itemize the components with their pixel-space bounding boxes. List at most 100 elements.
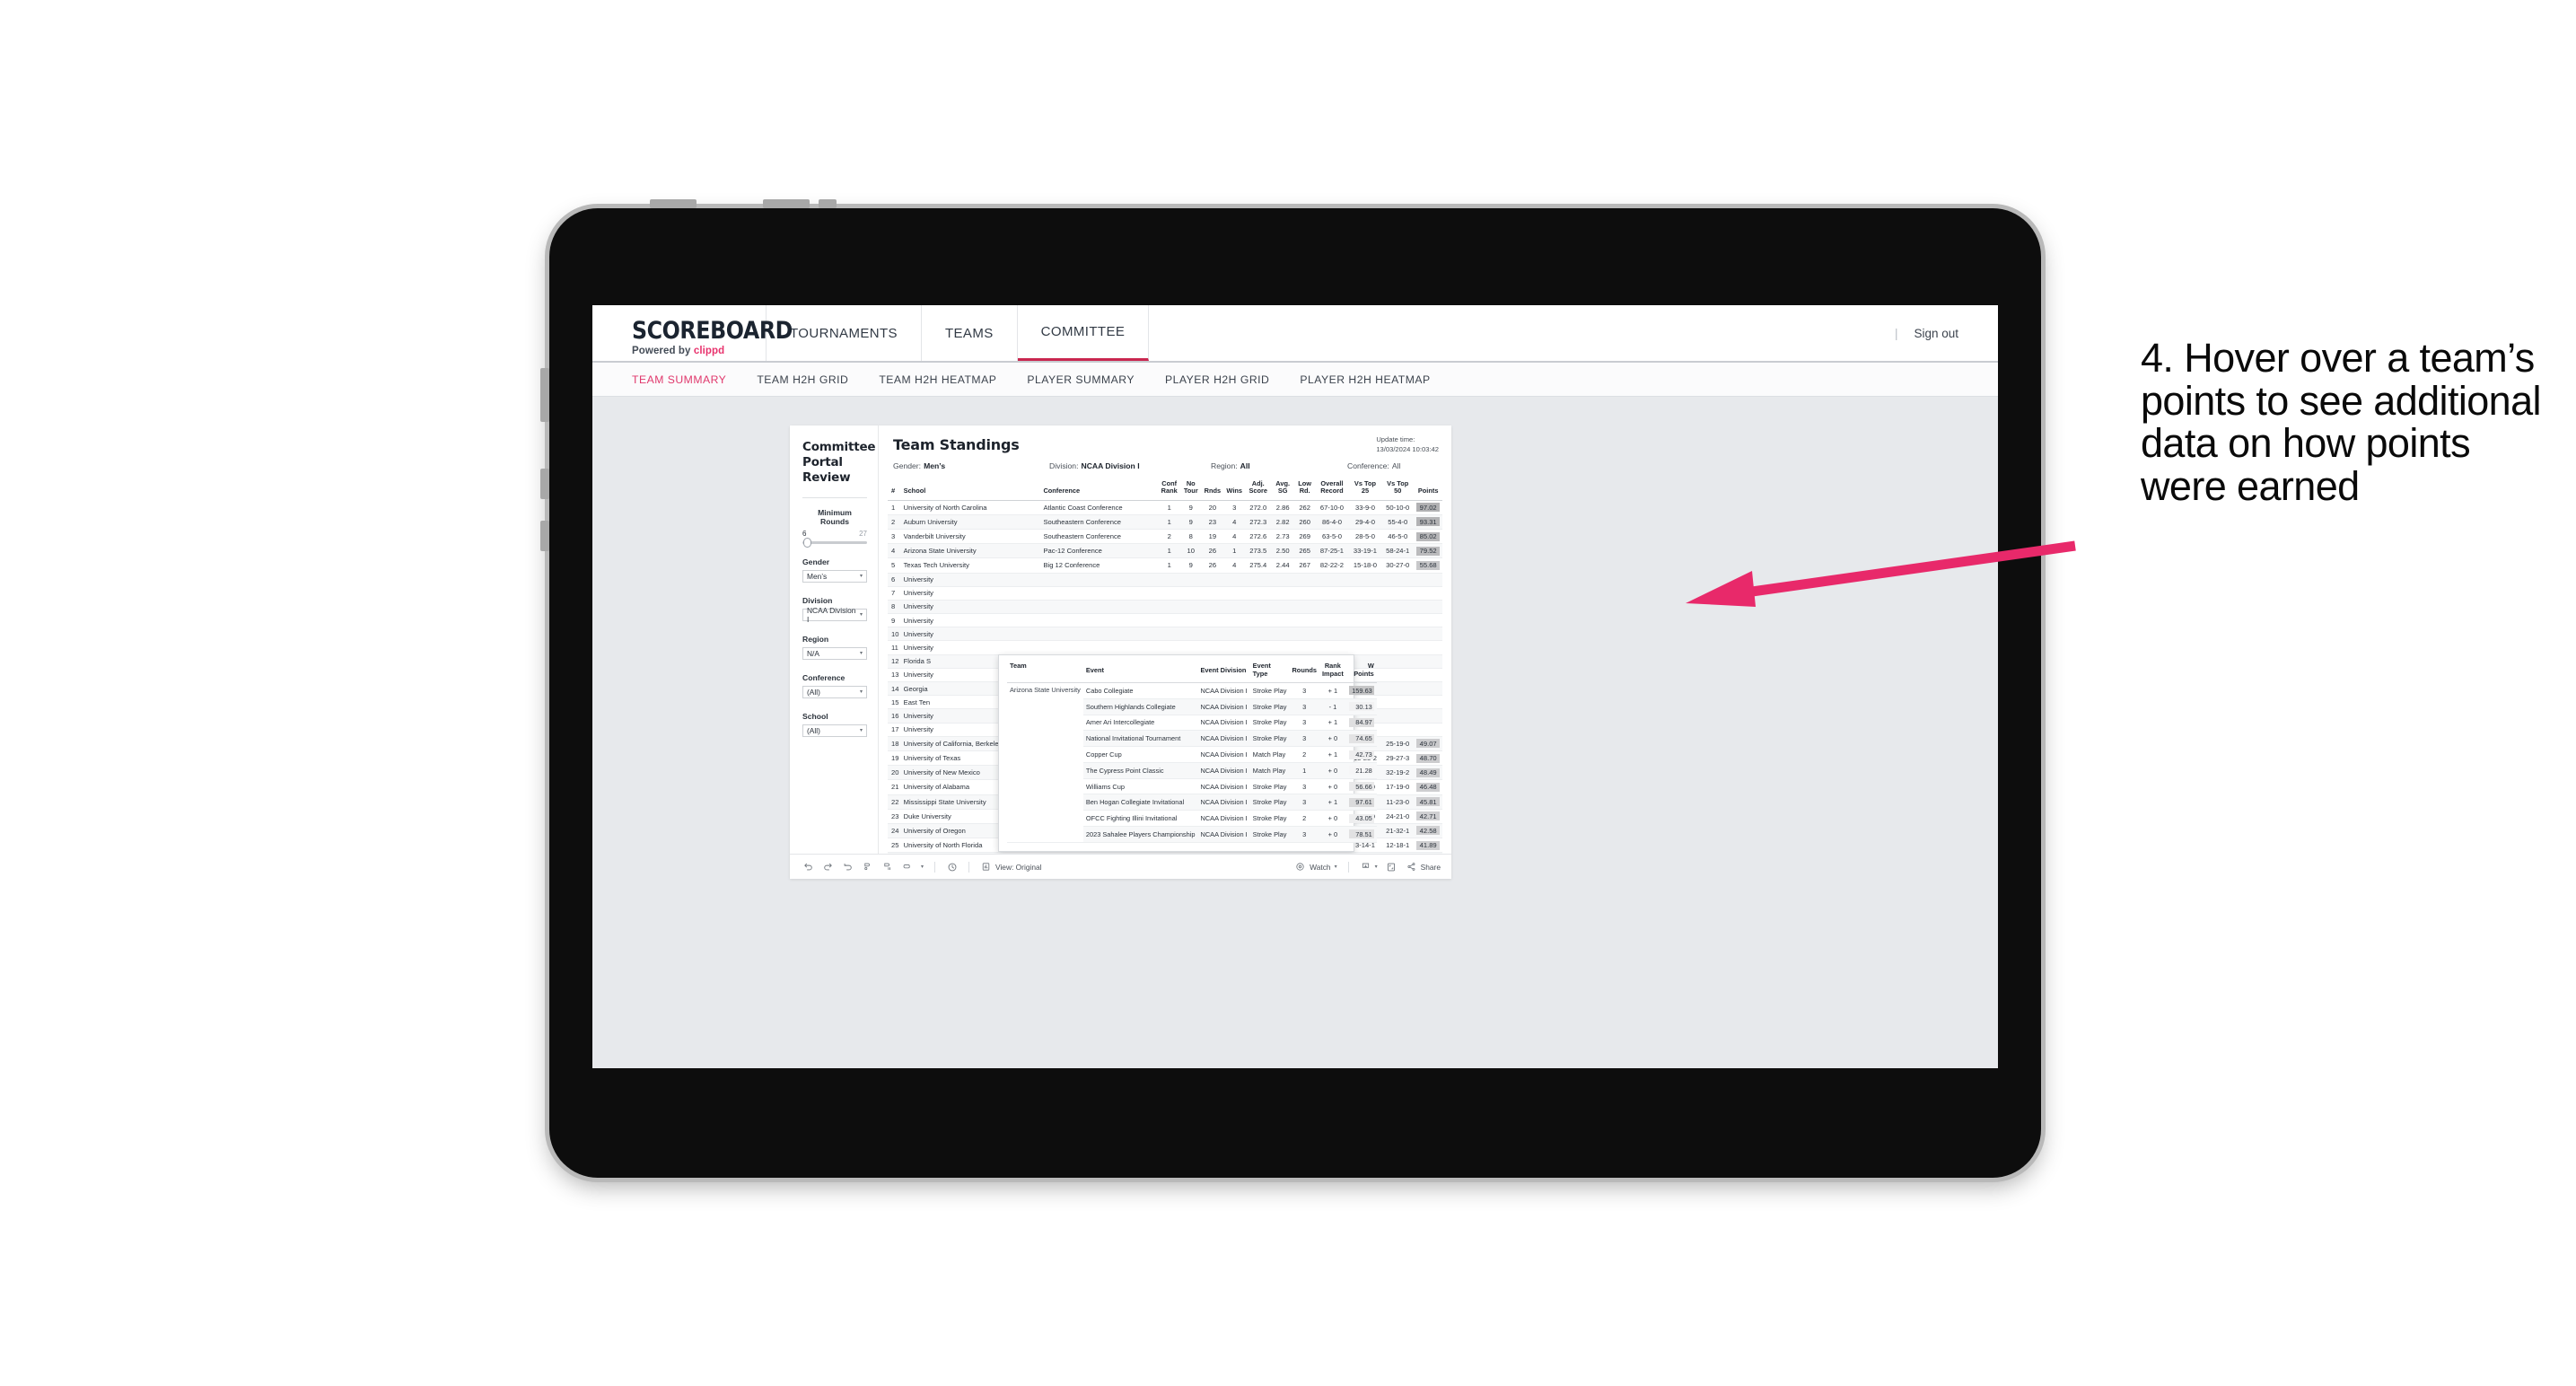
cell-points[interactable] xyxy=(1414,668,1442,683)
cell-points[interactable]: 79.52 xyxy=(1414,543,1442,559)
cell-conf-rank: 2 xyxy=(1158,852,1180,854)
table-row[interactable]: 3 Vanderbilt University Southeastern Confe… xyxy=(888,529,1442,545)
conference-select[interactable]: (All) ▾ xyxy=(802,685,867,698)
table-row[interactable]: 26The Ohio State UniversityBig Ten Confe… xyxy=(888,852,1442,854)
table-row[interactable]: 6 University xyxy=(888,573,1442,587)
cell-points[interactable]: 48.49 xyxy=(1414,765,1442,781)
table-row[interactable]: 2 Auburn University Southeastern Conferenc… xyxy=(888,514,1442,530)
cell-points[interactable] xyxy=(1414,640,1442,655)
col-avg-sg[interactable]: Avg. SG xyxy=(1271,478,1295,501)
table-row[interactable]: 8 University xyxy=(888,600,1442,615)
cell-points[interactable] xyxy=(1414,681,1442,697)
cell-avg-sg: 2.73 xyxy=(1271,529,1295,545)
cell-rnds: 26 xyxy=(1201,543,1224,559)
pause-refresh-icon[interactable] xyxy=(946,861,958,873)
school-select[interactable]: (All) ▾ xyxy=(802,724,867,737)
col-vs-top-50[interactable]: Vs Top 50 xyxy=(1381,478,1415,501)
tab-team-h2h-heatmap[interactable]: TEAM H2H HEATMAP xyxy=(879,373,996,386)
col-wins[interactable]: Wins xyxy=(1223,478,1246,501)
cell-points[interactable] xyxy=(1414,627,1442,642)
cell-rank: 15 xyxy=(888,695,902,710)
cell-points[interactable] xyxy=(1414,695,1442,710)
col-points[interactable]: Points xyxy=(1414,478,1442,501)
cell-points[interactable]: 93.31 xyxy=(1414,514,1442,530)
col-conf-rank[interactable]: Conf Rank xyxy=(1158,478,1180,501)
region-select[interactable]: N/A ▾ xyxy=(802,646,867,660)
cell-points[interactable]: 85.02 xyxy=(1414,529,1442,545)
table-row[interactable]: 11 University xyxy=(888,640,1442,655)
chevron-down-icon: ▾ xyxy=(859,574,863,580)
table-row[interactable]: 9 University xyxy=(888,613,1442,628)
col-low-rd[interactable]: Low Rd. xyxy=(1294,478,1316,501)
tab-player-h2h-grid[interactable]: PLAYER H2H GRID xyxy=(1165,373,1269,386)
table-row[interactable]: 5 Texas Tech University Big 12 Conference 1… xyxy=(888,557,1442,574)
cell-avg-sg xyxy=(1271,600,1295,615)
cell-points[interactable]: 42.58 xyxy=(1414,823,1442,839)
cell-points[interactable] xyxy=(1414,723,1442,737)
download-button[interactable]: ▾ xyxy=(1360,861,1378,873)
view-original-label: View: Original xyxy=(995,862,1042,872)
col-rnds[interactable]: Rnds xyxy=(1201,478,1224,501)
cell-rank: 13 xyxy=(888,668,902,683)
summary-conference-key: Conference: xyxy=(1347,461,1389,470)
col-rank[interactable]: # xyxy=(888,478,902,501)
cell-points[interactable] xyxy=(1414,586,1442,601)
col-vs-top-25[interactable]: Vs Top 25 xyxy=(1348,478,1382,501)
col-no-tour[interactable]: No Tour xyxy=(1179,478,1202,501)
view-original-button[interactable]: View: Original xyxy=(980,861,1042,873)
cell-points[interactable] xyxy=(1414,654,1442,669)
tab-player-h2h-heatmap[interactable]: PLAYER H2H HEATMAP xyxy=(1300,373,1430,386)
division-select[interactable]: NCAA Division I ▾ xyxy=(802,606,867,624)
cell-points[interactable]: 49.07 xyxy=(1414,736,1442,751)
cell-conference: Pac-12 Conference xyxy=(1041,543,1159,559)
tab-team-summary[interactable]: TEAM SUMMARY xyxy=(632,373,726,386)
cell-points[interactable]: 42.71 xyxy=(1414,809,1442,824)
tab-team-h2h-grid[interactable]: TEAM H2H GRID xyxy=(757,373,848,386)
table-row[interactable]: 1 University of North Carolina Atlantic Co… xyxy=(888,500,1442,515)
cell-points[interactable] xyxy=(1414,573,1442,587)
fullscreen-icon[interactable] xyxy=(1386,861,1398,873)
cell-adj-score: 272.6 xyxy=(1245,529,1272,545)
refresh-data-icon[interactable] xyxy=(862,861,873,873)
share-button[interactable]: Share xyxy=(1406,861,1441,873)
nav-item-teams[interactable]: TEAMS xyxy=(922,305,1018,361)
undo-icon[interactable] xyxy=(802,861,814,873)
toolbar-right-group: Watch ▾ ▾ Share xyxy=(1294,861,1441,873)
col-school[interactable]: School xyxy=(901,478,1042,501)
signout-link[interactable]: Sign out xyxy=(1914,327,1958,340)
cell-points[interactable]: 46.48 xyxy=(1414,779,1442,795)
revert-icon[interactable] xyxy=(842,861,854,873)
table-row[interactable]: 4 Arizona State University Pac-12 Conferen… xyxy=(888,543,1442,559)
tip-cell-rank-impact: + 0 xyxy=(1319,778,1346,795)
cell-vs-top-25: 15-18-0 xyxy=(1348,557,1382,574)
cell-overall-record xyxy=(1315,640,1349,655)
watch-button[interactable]: Watch ▾ xyxy=(1294,861,1337,873)
col-conference[interactable]: Conference xyxy=(1041,478,1159,501)
cell-rnds xyxy=(1201,627,1224,642)
cell-points[interactable]: 41.89 xyxy=(1414,838,1442,854)
gender-select[interactable]: Men’s ▾ xyxy=(802,569,867,583)
custom-view-icon[interactable] xyxy=(901,861,913,873)
cell-points[interactable] xyxy=(1414,613,1442,628)
redo-icon[interactable] xyxy=(822,861,834,873)
cell-points[interactable] xyxy=(1414,708,1442,724)
col-adj-score[interactable]: Adj. Score xyxy=(1245,478,1272,501)
nav-item-committee[interactable]: COMMITTEE xyxy=(1017,305,1150,361)
tab-player-summary[interactable]: PLAYER SUMMARY xyxy=(1027,373,1135,386)
tooltip-table-body: Arizona State University Cabo Collegiate N… xyxy=(1007,682,1377,843)
cell-points[interactable]: 45.81 xyxy=(1414,794,1442,810)
col-overall-record[interactable]: Overall Record xyxy=(1315,478,1349,501)
tip-cell-event: Copper Cup xyxy=(1082,746,1198,763)
slider-handle[interactable] xyxy=(803,537,811,548)
app-logo[interactable]: SCOREBOARD Powered by clippd xyxy=(592,305,793,361)
cell-points[interactable]: 55.68 xyxy=(1414,557,1442,574)
custom-view-caret-icon[interactable]: ▾ xyxy=(921,864,924,870)
cell-points[interactable]: 48.70 xyxy=(1414,750,1442,767)
table-row[interactable]: 10 University xyxy=(888,627,1442,642)
cell-points[interactable]: 39.94 xyxy=(1414,852,1442,854)
cell-points[interactable] xyxy=(1414,600,1442,615)
minimum-rounds-slider[interactable] xyxy=(802,537,867,548)
cell-points[interactable]: 97.02 xyxy=(1414,500,1442,515)
table-row[interactable]: 7 University xyxy=(888,586,1442,601)
pause-auto-update-icon[interactable] xyxy=(881,861,893,873)
